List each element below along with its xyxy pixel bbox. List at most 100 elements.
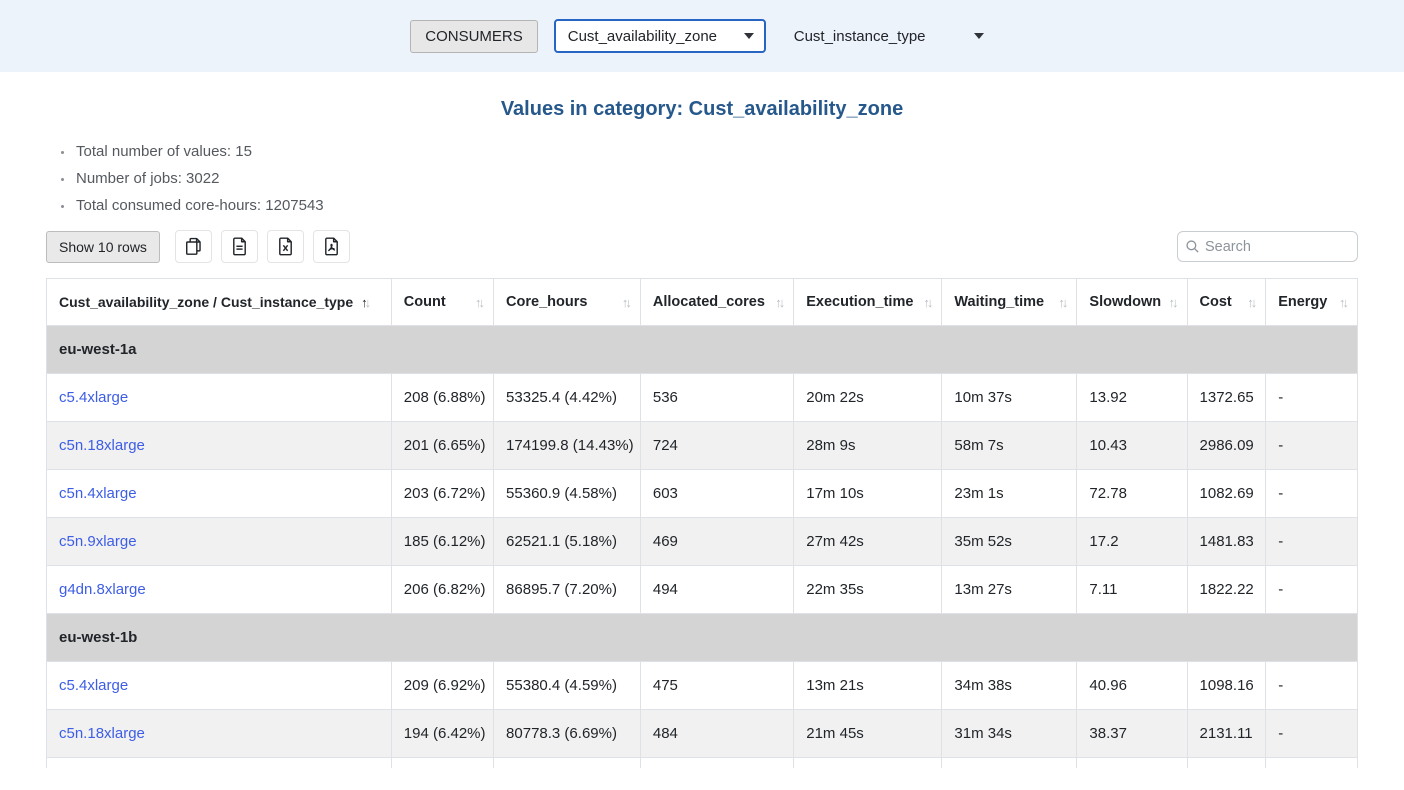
column-header-energy[interactable]: Energy ↑↓ bbox=[1266, 279, 1358, 326]
column-header-execution-time[interactable]: Execution_time ↑↓ bbox=[794, 279, 942, 326]
column-header-slowdown[interactable]: Slowdown ↑↓ bbox=[1077, 279, 1187, 326]
copy-icon bbox=[184, 237, 203, 256]
table-row: c5n.4xlarge203 (6.72%)55360.9 (4.58%)603… bbox=[47, 470, 1358, 518]
column-header-cost[interactable]: Cost ↑↓ bbox=[1187, 279, 1266, 326]
table-cell: 1481.83 bbox=[1187, 518, 1266, 566]
table-cell: 484 bbox=[640, 710, 793, 758]
table-cell: 22m 35s bbox=[794, 566, 942, 614]
table-cell: 10.43 bbox=[1077, 422, 1187, 470]
table-row-partial bbox=[47, 758, 1358, 768]
column-header-count[interactable]: Count ↑↓ bbox=[391, 279, 493, 326]
instance-type-link[interactable]: c5n.18xlarge bbox=[59, 437, 145, 454]
table-cell: 55360.9 (4.58%) bbox=[494, 470, 641, 518]
table-cell bbox=[794, 758, 942, 768]
group-label: eu-west-1a bbox=[47, 326, 1358, 374]
table-cell: 206 (6.82%) bbox=[391, 566, 493, 614]
table-cell: 13.92 bbox=[1077, 374, 1187, 422]
search-input[interactable] bbox=[1177, 231, 1358, 262]
page-title: Values in category: Cust_availability_zo… bbox=[46, 98, 1358, 121]
sort-icon: ↑↓ bbox=[475, 295, 485, 310]
table-cell: 35m 52s bbox=[942, 518, 1077, 566]
column-header-availability-zone[interactable]: Cust_availability_zone / Cust_instance_t… bbox=[47, 279, 392, 326]
group-row: eu-west-1b bbox=[47, 614, 1358, 662]
instance-type-select-value: Cust_instance_type bbox=[794, 28, 926, 45]
table-cell: 2131.11 bbox=[1187, 710, 1266, 758]
table-cell bbox=[1187, 758, 1266, 768]
table-cell: 17m 10s bbox=[794, 470, 942, 518]
table-cell: 72.78 bbox=[1077, 470, 1187, 518]
instance-type-link[interactable]: c5n.4xlarge bbox=[59, 485, 137, 502]
table-cell: 31m 34s bbox=[942, 710, 1077, 758]
table-body: eu-west-1ac5.4xlarge208 (6.88%)53325.4 (… bbox=[47, 326, 1358, 768]
sort-icon: ↑↓ bbox=[1058, 295, 1068, 310]
stat-total-values: Total number of values: 15 bbox=[74, 143, 1358, 160]
table-cell bbox=[942, 758, 1077, 768]
export-csv-button[interactable] bbox=[221, 230, 258, 263]
table-cell: 1082.69 bbox=[1187, 470, 1266, 518]
stat-number-of-jobs: Number of jobs: 3022 bbox=[74, 170, 1358, 187]
chevron-down-icon bbox=[744, 33, 754, 39]
instance-type-link[interactable]: g4dn.8xlarge bbox=[59, 581, 146, 598]
table-cell: 7.11 bbox=[1077, 566, 1187, 614]
table-header-row: Cust_availability_zone / Cust_instance_t… bbox=[47, 279, 1358, 326]
table-cell bbox=[494, 758, 641, 768]
table-row: c5.4xlarge209 (6.92%)55380.4 (4.59%)4751… bbox=[47, 662, 1358, 710]
table-cell: 494 bbox=[640, 566, 793, 614]
table-cell: 475 bbox=[640, 662, 793, 710]
table-cell: 13m 27s bbox=[942, 566, 1077, 614]
group-row: eu-west-1a bbox=[47, 326, 1358, 374]
table-row: c5n.18xlarge 201 (6.65%)174199.8 (14.43%)… bbox=[47, 422, 1358, 470]
chevron-down-icon bbox=[974, 33, 984, 39]
table-cell: 174199.8 (14.43%) bbox=[494, 422, 641, 470]
table-toolbar: Show 10 rows bbox=[46, 230, 1358, 263]
instance-type-link[interactable]: c5.4xlarge bbox=[59, 389, 128, 406]
table-row: c5n.9xlarge185 (6.12%)62521.1 (5.18%)469… bbox=[47, 518, 1358, 566]
category-select-value: Cust_availability_zone bbox=[568, 28, 717, 45]
file-pdf-icon bbox=[322, 237, 341, 256]
table-cell: 2986.09 bbox=[1187, 422, 1266, 470]
table-cell: - bbox=[1266, 518, 1358, 566]
table-cell: 13m 21s bbox=[794, 662, 942, 710]
table-cell: 20m 22s bbox=[794, 374, 942, 422]
instance-type-select[interactable]: Cust_instance_type bbox=[782, 19, 994, 53]
table-row: g4dn.8xlarge 206 (6.82%)86895.7 (7.20%)49… bbox=[47, 566, 1358, 614]
table-cell bbox=[1266, 758, 1358, 768]
table-cell: 62521.1 (5.18%) bbox=[494, 518, 641, 566]
instance-type-link[interactable]: c5.4xlarge bbox=[59, 677, 128, 694]
table-cell: - bbox=[1266, 374, 1358, 422]
consumers-button[interactable]: CONSUMERS bbox=[410, 20, 538, 53]
sort-icon: ↑↓ bbox=[1339, 295, 1349, 310]
sort-icon: ↑↓ bbox=[923, 295, 933, 310]
export-excel-button[interactable] bbox=[267, 230, 304, 263]
table-cell: 86895.7 (7.20%) bbox=[494, 566, 641, 614]
table-cell: 21m 45s bbox=[794, 710, 942, 758]
table-cell bbox=[1077, 758, 1187, 768]
table-cell: - bbox=[1266, 566, 1358, 614]
table-cell: 201 (6.65%) bbox=[391, 422, 493, 470]
category-select[interactable]: Cust_availability_zone bbox=[554, 19, 766, 53]
instance-type-link[interactable]: c5n.9xlarge bbox=[59, 533, 137, 550]
export-pdf-button[interactable] bbox=[313, 230, 350, 263]
instance-type-cell: c5n.4xlarge bbox=[47, 470, 392, 518]
column-header-core-hours[interactable]: Core_hours ↑↓ bbox=[494, 279, 641, 326]
search-container bbox=[1177, 231, 1358, 262]
instance-type-cell: c5n.18xlarge bbox=[47, 422, 392, 470]
copy-button[interactable] bbox=[175, 230, 212, 263]
column-header-waiting-time[interactable]: Waiting_time ↑↓ bbox=[942, 279, 1077, 326]
sort-icon: ↑↓ bbox=[775, 295, 785, 310]
group-label: eu-west-1b bbox=[47, 614, 1358, 662]
table-cell: 536 bbox=[640, 374, 793, 422]
table-cell: 1372.65 bbox=[1187, 374, 1266, 422]
values-table: Cust_availability_zone / Cust_instance_t… bbox=[46, 278, 1358, 768]
instance-type-cell: c5.4xlarge bbox=[47, 374, 392, 422]
top-bar: CONSUMERS Cust_availability_zone Cust_in… bbox=[0, 0, 1404, 72]
instance-type-link[interactable]: c5n.18xlarge bbox=[59, 725, 145, 742]
instance-type-cell: c5n.18xlarge bbox=[47, 710, 392, 758]
show-rows-button[interactable]: Show 10 rows bbox=[46, 231, 160, 263]
table-cell: - bbox=[1266, 422, 1358, 470]
table-cell: 603 bbox=[640, 470, 793, 518]
file-text-icon bbox=[230, 237, 249, 256]
column-header-allocated-cores[interactable]: Allocated_cores ↑↓ bbox=[640, 279, 793, 326]
table-cell: 38.37 bbox=[1077, 710, 1187, 758]
table-row: c5.4xlarge208 (6.88%)53325.4 (4.42%)5362… bbox=[47, 374, 1358, 422]
